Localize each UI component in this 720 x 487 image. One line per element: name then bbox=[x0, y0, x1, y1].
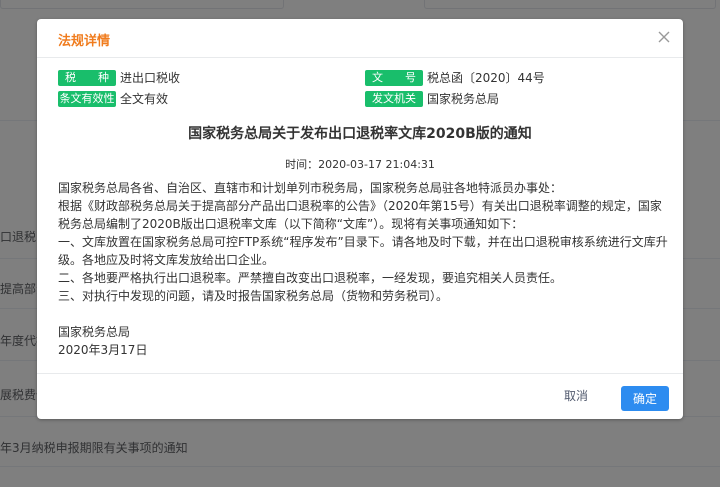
tax-type-tag: 税 种 bbox=[58, 69, 116, 86]
body-paragraph: 国家税务总局各省、自治区、直辖市和计划单列市税务局，国家税务总局驻各地特派员办事… bbox=[58, 181, 563, 195]
body-paragraph: 一、文库放置在国家税务总局可控FTP系统“程序发布”目录下。请各地及时下载，并在… bbox=[58, 235, 668, 267]
meta-validity: 条文有效性 全文有效 bbox=[58, 90, 168, 107]
doc-no-value: 税总函〔2020〕44号 bbox=[427, 71, 545, 85]
meta-doc-no: 文 号税总函〔2020〕44号 bbox=[365, 69, 545, 86]
validity-value: 全文有效 bbox=[120, 92, 169, 106]
body-paragraph: 根据《财政部税务总局关于提高部分产品出口退税率的公告》（2020年第15号）有关… bbox=[58, 199, 662, 231]
body-paragraph: 三、对执行中发现的问题，请及时报告国家税务总局（货物和劳务税司）。 bbox=[58, 289, 449, 303]
confirm-button[interactable]: 确定 bbox=[621, 386, 669, 411]
body-paragraph: 二、各地要严格执行出口退税率。严禁擅自改变出口退税率，一经发现，要追究相关人员责… bbox=[58, 271, 563, 285]
issuer-tag: 发文机关 bbox=[365, 90, 423, 107]
cancel-button[interactable]: 取消 bbox=[564, 387, 588, 404]
dialog-footer: 取消 确定 bbox=[37, 373, 683, 420]
document-title: 国家税务总局关于发布出口退税率文库2020B版的通知 bbox=[188, 126, 532, 142]
tax-type-value: 进出口税收 bbox=[120, 71, 181, 85]
document-time: 时间：2020-03-17 21:04:31 bbox=[285, 158, 435, 171]
meta-issuer: 发文机关 国家税务总局 bbox=[365, 90, 499, 107]
issuer-value: 国家税务总局 bbox=[427, 92, 500, 106]
signature-date: 2020年3月17日 bbox=[58, 343, 148, 357]
signature: 国家税务总局 bbox=[58, 325, 131, 339]
regulation-detail-dialog: 法规详情 税 种进出口税收 文 号税总函〔2020〕44号 条文有效性 全文有效 … bbox=[37, 19, 683, 419]
doc-no-tag: 文 号 bbox=[365, 69, 423, 86]
close-icon[interactable] bbox=[657, 30, 671, 44]
document-body: 国家税务总局各省、自治区、直辖市和计划单列市税务局，国家税务总局驻各地特派员办事… bbox=[58, 179, 668, 359]
meta-tax-type: 税 种进出口税收 bbox=[58, 69, 180, 86]
validity-tag: 条文有效性 bbox=[58, 90, 116, 107]
dialog-header: 法规详情 bbox=[37, 19, 683, 58]
dialog-title: 法规详情 bbox=[58, 34, 111, 49]
